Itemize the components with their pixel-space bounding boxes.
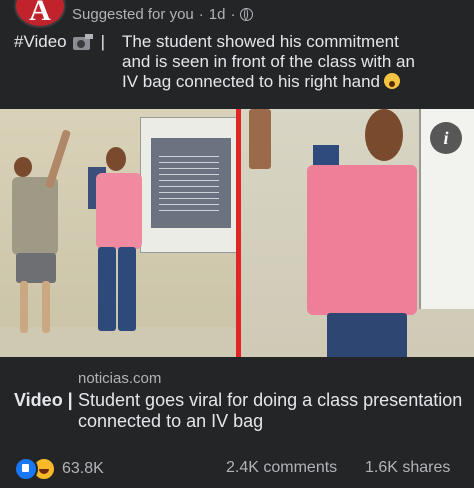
classroom-photo-right[interactable]: i: [241, 109, 474, 357]
link-title[interactable]: Student goes viral for doing a class pre…: [78, 390, 468, 432]
shares-count[interactable]: 1.6K shares: [365, 459, 450, 477]
link-domain: noticias.com: [78, 370, 162, 387]
engagement-bar: 63.8K 2.4K comments 1.6K shares: [0, 455, 474, 483]
hashtag-link[interactable]: #Video: [14, 32, 67, 52]
caption-line: and is seen in front of the class with a…: [122, 52, 415, 71]
meta-dot: ·: [230, 6, 236, 23]
info-icon[interactable]: i: [430, 122, 462, 154]
projector-screen: [140, 117, 236, 253]
post-media[interactable]: i: [0, 109, 474, 357]
post-time[interactable]: 1d: [209, 6, 226, 23]
comments-count[interactable]: 2.4K comments: [226, 459, 337, 477]
caption-line: The student showed his commitment: [122, 32, 399, 51]
reactions-summary[interactable]: 63.8K: [14, 457, 104, 481]
avatar-logo-letter: A: [29, 0, 51, 27]
link-tag: Video |: [14, 390, 73, 410]
caption-line-last: IV bag connected to his right hand: [122, 72, 462, 92]
reaction-count: 63.8K: [62, 460, 104, 477]
classroom-photo-left[interactable]: [0, 109, 236, 357]
globe-icon[interactable]: [240, 8, 254, 21]
video-camera-icon: [72, 33, 95, 51]
post-meta: Suggested for you · 1d ·: [72, 6, 254, 23]
screaming-face-icon: [384, 73, 401, 89]
meta-dot: ·: [198, 6, 204, 23]
link-preview[interactable]: noticias.com Video | Student goes viral …: [0, 364, 474, 440]
like-reaction-icon: [14, 457, 38, 481]
page-avatar[interactable]: A: [14, 0, 66, 28]
caption-separator: |: [100, 32, 106, 51]
floor: [0, 327, 236, 357]
suggested-label: Suggested for you: [72, 6, 194, 23]
caption-text: IV bag connected to his right hand: [122, 72, 381, 91]
post-header: A Suggested for you · 1d ·: [0, 0, 474, 30]
